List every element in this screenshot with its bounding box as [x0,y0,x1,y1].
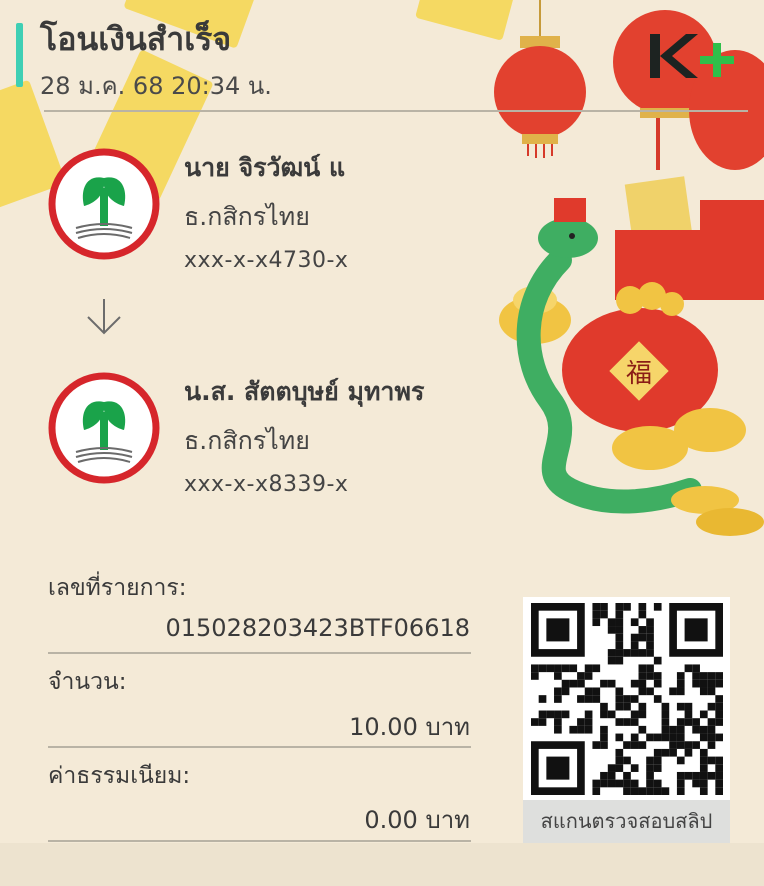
receiver-bank: ธ.กสิกรไทย [184,426,310,455]
fee-label: ค่าธรรมเนียม: [48,763,191,789]
divider [48,840,471,842]
fee-value: 0.00 บาท [364,806,470,834]
kasikorn-bank-logo-icon [48,148,160,260]
transaction-datetime: 28 ม.ค. 68 20:34 น. [40,72,272,100]
receiver-account: xxx-x-x8339-x [184,472,349,497]
divider [48,746,471,748]
svg-text:福: 福 [626,359,652,389]
sender-bank: ธ.กสิกรไทย [184,202,310,231]
reference-label: เลขที่รายการ: [48,575,187,601]
qr-caption: สแกนตรวจสอบสลิป [540,809,713,833]
amount-label: จำนวน: [48,669,127,695]
transfer-slip: 福 โอนเงินสำเร็จ 28 ม.ค. 68 20:34 น. นาย … [0,0,764,886]
qr-code-icon[interactable] [531,603,723,795]
sender-name: นาย จิรวัฒน์ แ [184,153,346,182]
divider [44,110,748,112]
kplus-logo-icon [650,34,734,78]
bottom-strip [0,843,764,886]
amount-value: 10.00 บาท [349,713,470,741]
arrow-down-icon [87,299,121,335]
receiver-name: น.ส. สัตตบุษย์ มุทาพร [184,377,425,406]
page-title: โอนเงินสำเร็จ [40,20,232,58]
reference-value: 015028203423BTF06618 [165,614,470,642]
sender-account: xxx-x-x4730-x [184,248,349,273]
divider [48,652,471,654]
accent-bar [16,23,23,87]
kasikorn-bank-logo-icon [48,372,160,484]
chinese-new-year-illustration: 福 [494,0,764,536]
